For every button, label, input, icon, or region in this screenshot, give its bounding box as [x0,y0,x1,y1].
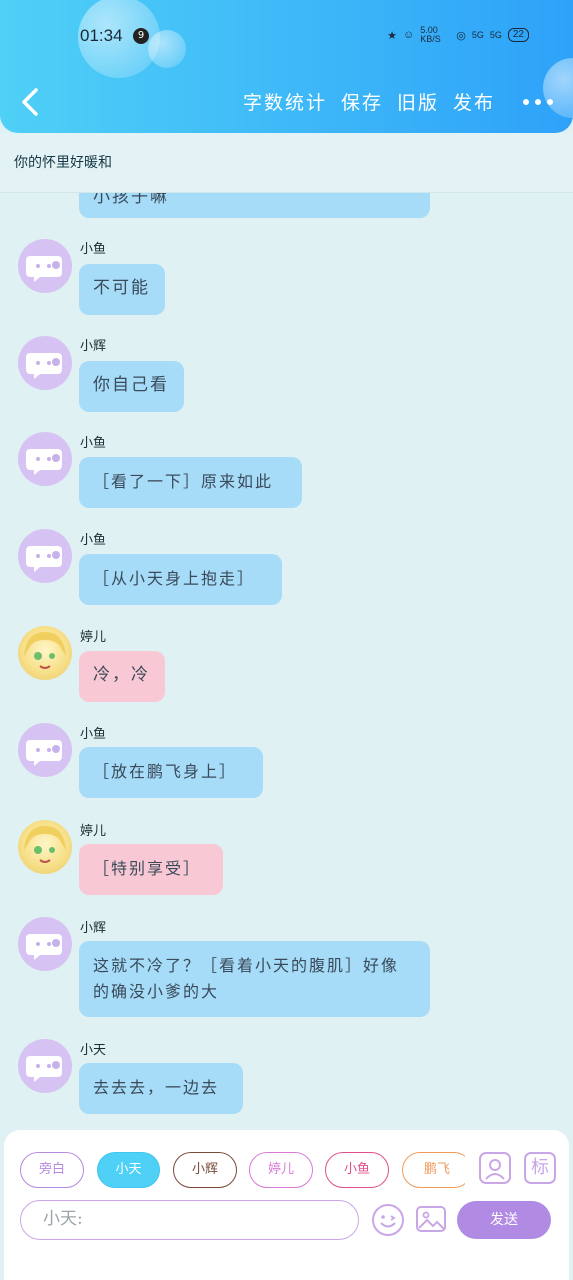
message-input[interactable]: 小天: [20,1200,359,1240]
mark-button[interactable]: 标 [524,1152,556,1184]
sender-name: 婷儿 [80,824,107,839]
message-text: 这就不冷了？［看着小天的腹肌］好像的确没小爹的大 [93,956,400,1001]
message-text: ［放在鹏飞身上］ [93,762,238,781]
sender-name: 小鱼 [80,533,107,548]
sender-name: 小鱼 [80,242,107,257]
battery-level: 22 [507,28,529,42]
decor-bubble [148,30,186,68]
default-avatar-icon[interactable] [18,432,72,486]
character-manage-icon[interactable] [479,1152,511,1184]
mark-label: 标 [531,1157,549,1178]
message-bubble[interactable]: ［特别享受］ [79,844,223,895]
default-avatar-icon[interactable] [18,723,72,777]
message-text: 去去去，一边去 [93,1078,220,1097]
sender-name: 小鱼 [80,436,107,451]
message-bubble[interactable]: 小孩子嘛 [79,193,430,218]
input-panel: 旁白 小天 小辉 婷儿 小鱼 鹏飞 标 小天: 发送 [4,1130,569,1280]
role-chip-xiaotian[interactable]: 小天 [97,1152,160,1188]
default-avatar-icon[interactable] [18,1039,72,1093]
role-chip-narrator[interactable]: 旁白 [20,1152,84,1188]
message-text: ［看了一下］原来如此 [93,472,274,491]
send-button[interactable]: 发送 [457,1201,551,1239]
anime-girl-avatar-icon[interactable] [18,626,72,680]
status-time: 01:34 [80,26,123,45]
sender-name: 小天 [80,1043,107,1058]
notification-badge: 9 [133,28,149,44]
signal-2: 5G [489,30,502,40]
image-icon[interactable] [414,1202,448,1236]
chat-list[interactable]: 小孩子嘛 小鱼 不可能 小辉 你自己看 小鱼 ［看了一下］原来如此 小鱼 ［从小… [0,193,573,1130]
role-chip-pengfei[interactable]: 鹏飞 [402,1152,465,1188]
save-button[interactable]: 保存 [341,88,383,115]
message-text: 小孩子嘛 [93,193,169,207]
message-bubble[interactable]: ［放在鹏飞身上］ [79,747,263,798]
app-notif-icon: ★ [387,29,397,42]
message-bubble[interactable]: ［从小天身上抱走］ [79,554,282,605]
input-prefix: 小天: [43,1209,83,1229]
message-text: ［特别享受］ [93,859,202,878]
sender-name: 婷儿 [80,630,107,645]
back-button[interactable] [18,86,46,118]
role-chip-xiaohui[interactable]: 小辉 [173,1152,237,1188]
anime-girl-avatar-icon[interactable] [18,820,72,874]
status-icons: ★ ☺ 5.00 KB/S ◎ 5G 5G 22 [387,26,529,44]
message-text: 不可能 [93,278,150,298]
toolbar: 字数统计 保存 旧版 发布 [243,88,553,115]
message-bubble[interactable]: 不可能 [79,264,165,315]
message-bubble[interactable]: 这就不冷了？［看着小天的腹肌］好像的确没小爹的大 [79,941,430,1017]
old-version-button[interactable]: 旧版 [397,88,439,115]
vibrate-icon: ◎ [456,29,466,42]
default-avatar-icon[interactable] [18,529,72,583]
message-bubble[interactable]: 冷，冷 [79,651,165,702]
default-avatar-icon[interactable] [18,239,72,293]
sender-name: 小鱼 [80,727,107,742]
message-bubble[interactable]: 去去去，一边去 [79,1063,243,1114]
signal-1: 5G [471,30,484,40]
default-avatar-icon[interactable] [18,917,72,971]
sender-name: 小辉 [80,339,107,354]
role-chip-xiaoyu[interactable]: 小鱼 [325,1152,389,1188]
app-header: 01:34 9 ★ ☺ 5.00 KB/S ◎ 5G 5G 22 字数统计 保存… [0,0,573,133]
message-text: 你自己看 [93,375,169,395]
sender-name: 小辉 [80,921,107,936]
default-avatar-icon[interactable] [18,336,72,390]
story-title: 你的怀里好暖和 [14,155,112,171]
publish-button[interactable]: 发布 [453,88,495,115]
message-bubble[interactable]: 你自己看 [79,361,184,412]
word-count-button[interactable]: 字数统计 [243,88,327,115]
role-selector: 旁白 小天 小辉 婷儿 小鱼 鹏飞 [20,1152,465,1188]
emoji-icon[interactable] [370,1202,406,1238]
net-speed: 5.00 KB/S [420,25,441,44]
message-text: ［从小天身上抱走］ [93,569,256,588]
message-text: 冷，冷 [93,665,150,685]
more-icon[interactable] [523,98,553,105]
message-bubble[interactable]: ［看了一下］原来如此 [79,457,302,508]
chevron-left-icon [22,88,38,116]
cat-icon: ☺ [403,29,415,41]
role-chip-tinger[interactable]: 婷儿 [249,1152,313,1188]
